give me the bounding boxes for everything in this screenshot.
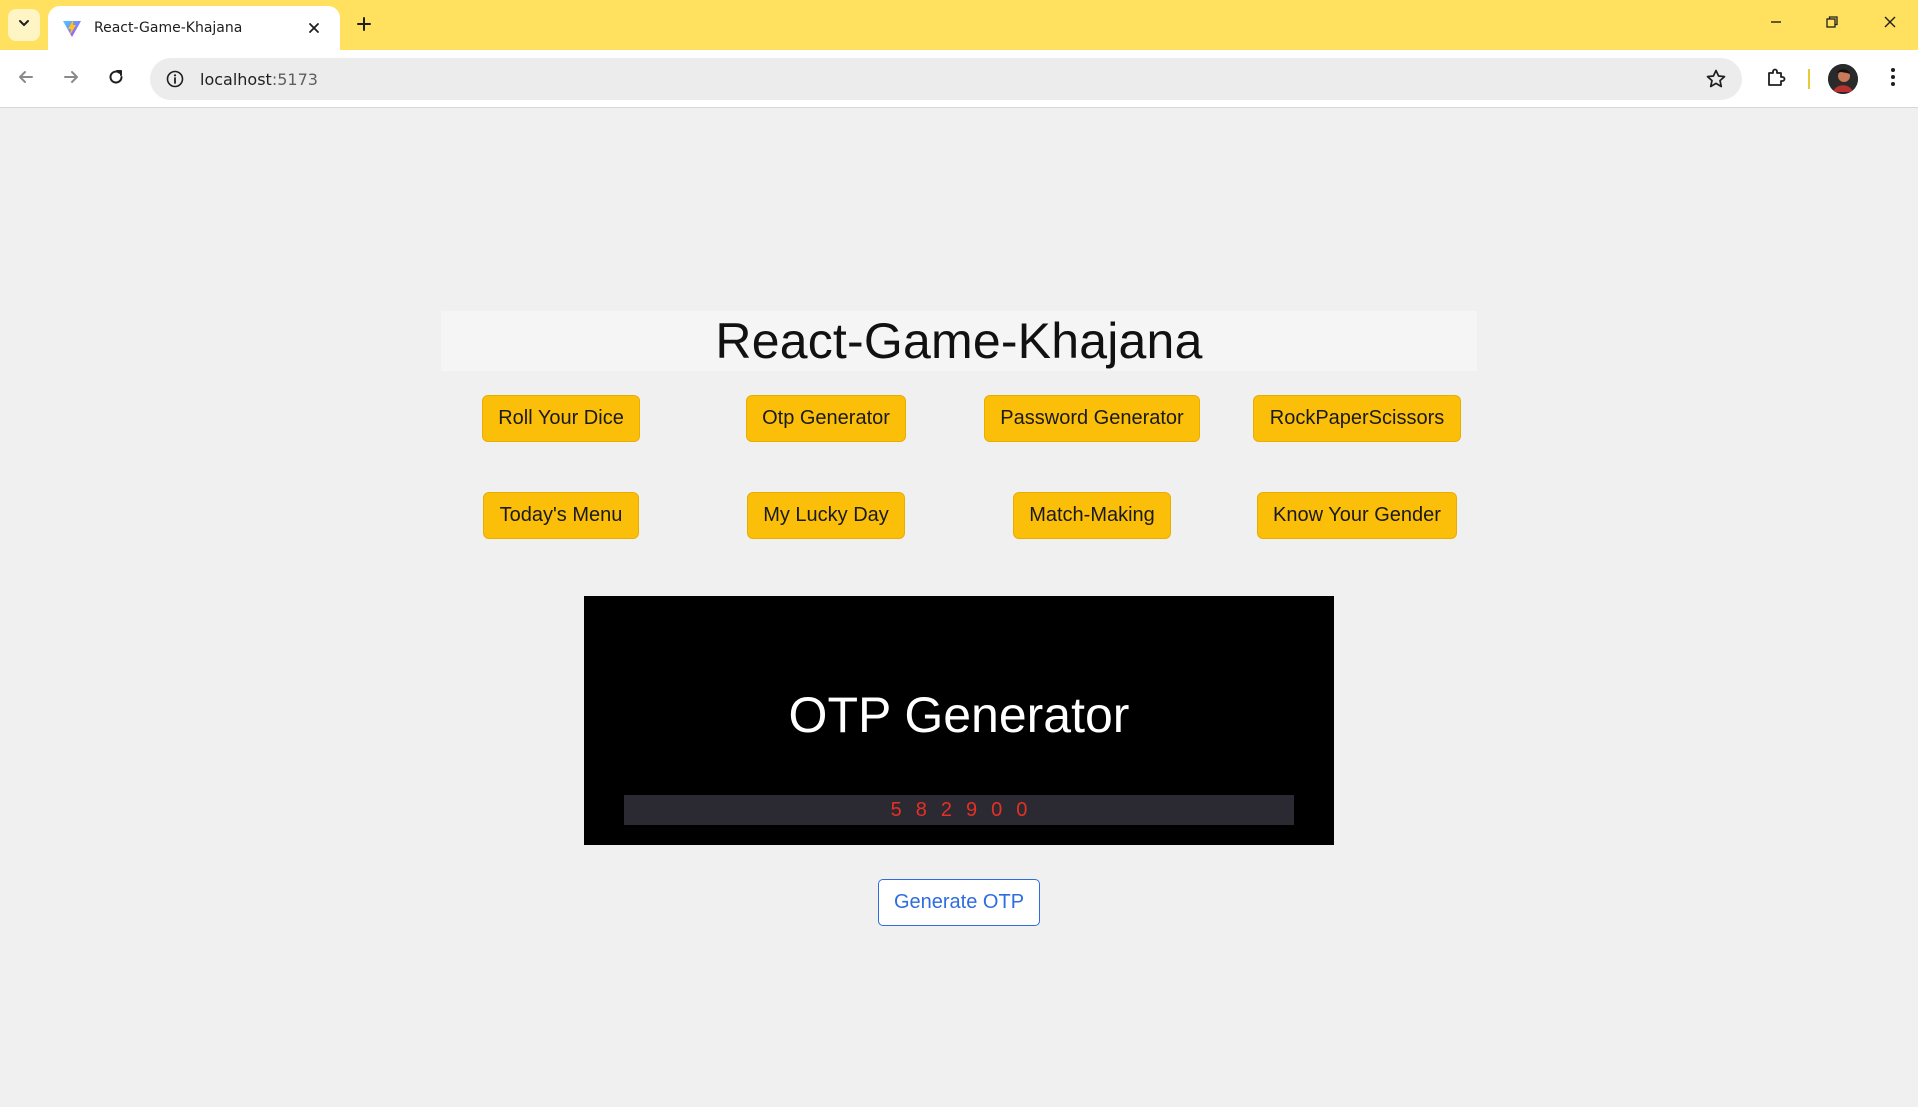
game-button-match-making[interactable]: Match-Making (1013, 492, 1171, 539)
tab-search-button[interactable] (8, 9, 40, 41)
game-button-rock-paper-scissors[interactable]: RockPaperScissors (1253, 395, 1461, 442)
browser-toolbar: localhost:5173 (0, 50, 1918, 108)
arrow-left-icon (17, 68, 35, 91)
close-icon[interactable] (302, 16, 326, 40)
url-port: :5173 (271, 69, 318, 89)
back-button[interactable] (9, 62, 43, 96)
otp-display: 582900 (624, 795, 1294, 825)
kebab-menu-icon (1890, 67, 1896, 92)
new-tab-button[interactable] (350, 12, 378, 40)
vite-favicon-icon (62, 18, 82, 38)
extensions-button[interactable] (1760, 63, 1792, 95)
browser-tab-strip: React-Game-Khajana (0, 0, 1918, 50)
forward-button[interactable] (54, 62, 88, 96)
app-header: React-Game-Khajana (441, 311, 1477, 371)
restore-button[interactable] (1812, 8, 1852, 40)
toolbar-divider (1808, 69, 1810, 89)
game-button-password-generator[interactable]: Password Generator (984, 395, 1200, 442)
otp-value: 582900 (890, 798, 1042, 821)
otp-generator-panel: OTP Generator 582900 (584, 596, 1334, 845)
profile-avatar[interactable] (1828, 64, 1858, 94)
plus-icon (356, 16, 372, 37)
game-button-otp-generator[interactable]: Otp Generator (746, 395, 906, 442)
game-button-my-lucky-day[interactable]: My Lucky Day (747, 492, 905, 539)
page-viewport: React-Game-Khajana Roll Your Dice Otp Ge… (0, 109, 1918, 1107)
close-icon (1883, 15, 1897, 34)
game-button-roll-your-dice[interactable]: Roll Your Dice (482, 395, 640, 442)
window-close-button[interactable] (1870, 8, 1910, 40)
bookmark-star-icon[interactable] (1704, 67, 1728, 91)
url-host: localhost (200, 69, 272, 89)
arrow-right-icon (62, 68, 80, 91)
reload-icon (107, 68, 125, 91)
url-text: localhost:5173 (200, 70, 318, 89)
page-title: React-Game-Khajana (715, 313, 1203, 369)
game-button-know-your-gender[interactable]: Know Your Gender (1257, 492, 1457, 539)
browser-tab-active[interactable]: React-Game-Khajana (48, 6, 340, 50)
chevron-down-icon (17, 16, 31, 35)
game-button-todays-menu[interactable]: Today's Menu (483, 492, 639, 539)
puzzle-icon (1765, 66, 1787, 93)
site-info-icon[interactable] (154, 58, 196, 100)
browser-menu-button[interactable] (1877, 63, 1909, 95)
reload-button[interactable] (99, 62, 133, 96)
restore-icon (1825, 15, 1839, 34)
minimize-icon (1769, 15, 1783, 34)
minimize-button[interactable] (1756, 8, 1796, 40)
otp-panel-heading: OTP Generator (788, 687, 1130, 743)
generate-otp-button[interactable]: Generate OTP (878, 879, 1040, 926)
address-bar[interactable]: localhost:5173 (150, 58, 1742, 100)
tab-title: React-Game-Khajana (94, 20, 243, 36)
